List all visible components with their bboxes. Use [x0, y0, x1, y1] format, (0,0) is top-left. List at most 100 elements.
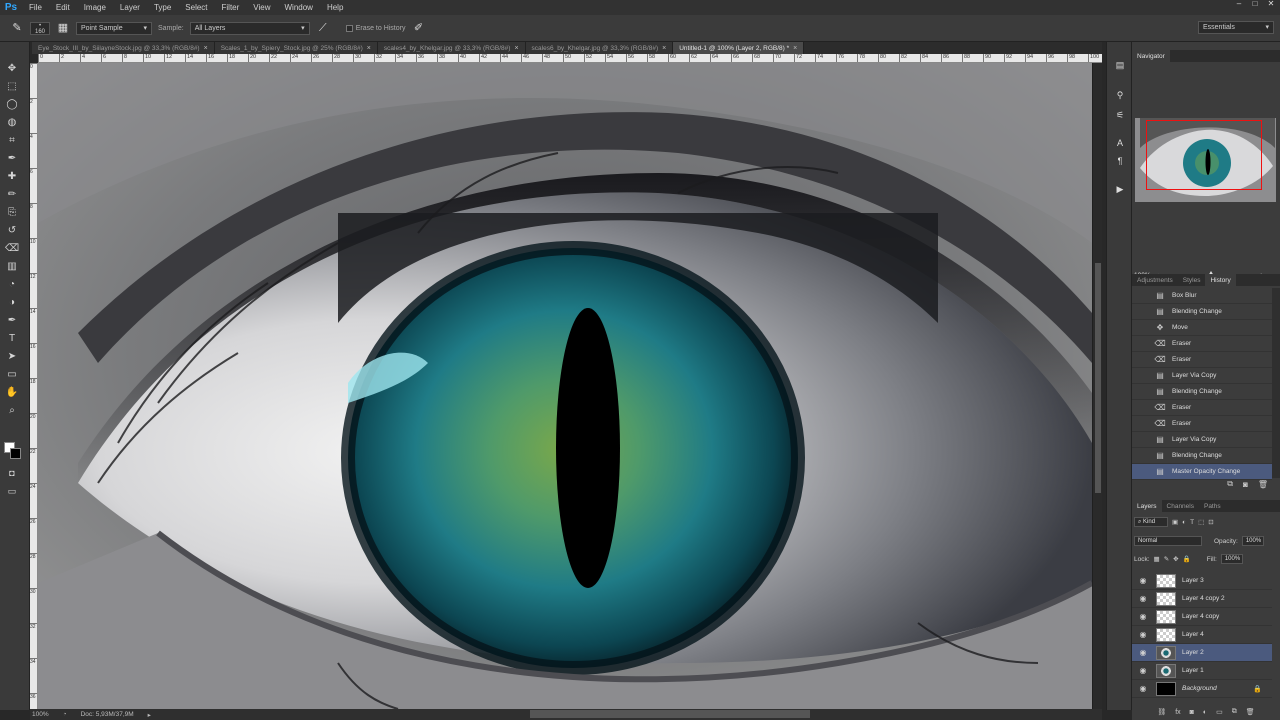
- layer-filter-select[interactable]: ⌕ Kind: [1134, 517, 1168, 527]
- close-icon[interactable]: ×: [204, 45, 208, 52]
- eyedropper-icon[interactable]: ✒: [5, 152, 19, 165]
- paragraph-panel-icon[interactable]: ¶: [1113, 154, 1127, 168]
- history-item[interactable]: ⌫ Eraser: [1132, 352, 1272, 368]
- scrollbar-thumb[interactable]: [1095, 263, 1101, 493]
- airbrush-icon[interactable]: ⟋: [316, 21, 330, 35]
- fill-input[interactable]: 100%: [1220, 554, 1243, 564]
- layer-style-icon[interactable]: fx: [1175, 709, 1180, 716]
- layer-row[interactable]: ◉ Layer 2: [1132, 644, 1272, 662]
- canvas-horizontal-scrollbar[interactable]: [530, 710, 810, 718]
- history-item[interactable]: ▤ Blending Change: [1132, 304, 1272, 320]
- crop-icon[interactable]: ⌗: [5, 134, 19, 147]
- menu-item-help[interactable]: Help: [320, 3, 350, 12]
- erase-to-history-checkbox[interactable]: Erase to History: [345, 24, 405, 32]
- tab-history[interactable]: History: [1205, 274, 1236, 286]
- document-tab[interactable]: scales4_by_Khelgar.jpg @ 33,3% (RGB/8#) ×: [377, 42, 526, 54]
- history-item[interactable]: ▤ Box Blur: [1132, 288, 1272, 304]
- quick-mask-icon[interactable]: ◘: [5, 467, 19, 480]
- layer-name[interactable]: Layer 1: [1182, 667, 1204, 674]
- layer-row[interactable]: ◉ Layer 4: [1132, 626, 1272, 644]
- new-layer-icon[interactable]: ⧉: [1232, 708, 1237, 716]
- lock-position-icon[interactable]: ✥: [1173, 555, 1178, 563]
- dodge-icon[interactable]: ◑: [5, 296, 19, 309]
- document-tab[interactable]: Scales_1_by_Spiery_Stock.jpg @ 25% (RGB/…: [214, 42, 378, 54]
- camera-snapshot-icon[interactable]: ◙: [1243, 480, 1248, 489]
- screen-mode-icon[interactable]: ▭: [5, 485, 19, 498]
- pen-icon[interactable]: ✒: [5, 314, 19, 327]
- layer-name[interactable]: Layer 4 copy: [1182, 613, 1219, 620]
- layer-row[interactable]: ◉ Layer 3: [1132, 572, 1272, 590]
- lasso-icon[interactable]: ◯: [5, 98, 19, 111]
- menu-item-image[interactable]: Image: [77, 3, 113, 12]
- history-item[interactable]: ▤ Layer Via Copy: [1132, 432, 1272, 448]
- clone-stamp-icon[interactable]: ⎘: [5, 206, 19, 219]
- history-item[interactable]: ▤ Blending Change: [1132, 448, 1272, 464]
- background-color-swatch[interactable]: [10, 448, 21, 459]
- canvas-vertical-scrollbar[interactable]: [1092, 63, 1102, 709]
- eye-icon[interactable]: ◉: [1136, 630, 1150, 639]
- history-item[interactable]: ▤ Layer Via Copy: [1132, 368, 1272, 384]
- eyedropper-icon[interactable]: ✎: [10, 21, 24, 35]
- lock-pixels-icon[interactable]: ✎: [1164, 555, 1169, 563]
- filter-shape-icon[interactable]: ⬚: [1198, 518, 1204, 526]
- new-group-icon[interactable]: ▭: [1216, 708, 1223, 716]
- menu-item-layer[interactable]: Layer: [113, 3, 147, 12]
- layer-row[interactable]: ◉ Background 🔒: [1132, 680, 1272, 698]
- new-document-from-state-icon[interactable]: ⧉: [1227, 479, 1233, 489]
- document-tab[interactable]: Untitled-1 @ 100% (Layer 2, RGB/8) * ×: [673, 42, 805, 54]
- menu-item-type[interactable]: Type: [147, 3, 178, 12]
- gradient-icon[interactable]: ▥: [5, 260, 19, 273]
- layer-name[interactable]: Layer 3: [1182, 577, 1204, 584]
- document-tab[interactable]: Eye_Stock_III_by_SiilayneStock.jpg @ 33,…: [32, 42, 215, 54]
- tab-adjustments[interactable]: Adjustments: [1132, 274, 1178, 286]
- history-item[interactable]: ⌫ Eraser: [1132, 416, 1272, 432]
- tab-channels[interactable]: Channels: [1162, 500, 1199, 512]
- eye-icon[interactable]: ◉: [1136, 576, 1150, 585]
- move-icon[interactable]: ✥: [5, 62, 19, 75]
- menu-item-window[interactable]: Window: [278, 3, 320, 12]
- blend-mode-select[interactable]: Normal: [1134, 536, 1202, 546]
- brush-panel-icon[interactable]: ▦: [56, 21, 70, 35]
- close-icon[interactable]: ×: [367, 45, 371, 52]
- layer-name[interactable]: Layer 4: [1182, 631, 1204, 638]
- minimize-button[interactable]: –: [1234, 0, 1244, 8]
- close-icon[interactable]: ×: [793, 45, 797, 52]
- layer-name[interactable]: Layer 4 copy 2: [1182, 595, 1225, 602]
- path-select-icon[interactable]: ➤: [5, 350, 19, 363]
- info-icon[interactable]: ◔: [63, 711, 67, 718]
- tool-presets-icon[interactable]: ⚟: [1113, 108, 1127, 122]
- history-item[interactable]: ✥ Move: [1132, 320, 1272, 336]
- marquee-icon[interactable]: ⬚: [5, 80, 19, 93]
- type-icon[interactable]: T: [5, 332, 19, 345]
- add-mask-icon[interactable]: ◙: [1190, 709, 1194, 716]
- menu-item-view[interactable]: View: [246, 3, 277, 12]
- history-panel-icon[interactable]: ▤: [1113, 58, 1127, 72]
- eye-icon[interactable]: ◉: [1136, 684, 1150, 693]
- eye-icon[interactable]: ◉: [1136, 612, 1150, 621]
- blur-icon[interactable]: ◔: [5, 278, 19, 291]
- brush-icon[interactable]: ✏: [5, 188, 19, 201]
- zoom-readout[interactable]: 100%: [32, 711, 49, 718]
- tab-navigator[interactable]: Navigator: [1132, 50, 1170, 62]
- lock-all-icon[interactable]: 🔒: [1183, 555, 1191, 563]
- lock-transparent-icon[interactable]: ▦: [1154, 555, 1160, 563]
- adjustment-layer-icon[interactable]: ◐: [1203, 709, 1207, 716]
- menu-item-filter[interactable]: Filter: [215, 3, 247, 12]
- menu-item-select[interactable]: Select: [178, 3, 214, 12]
- status-menu-icon[interactable]: ▸: [148, 711, 151, 719]
- close-button[interactable]: ✕: [1266, 0, 1276, 8]
- play-action-icon[interactable]: ▶: [1113, 182, 1127, 196]
- eye-icon[interactable]: ◉: [1136, 594, 1150, 603]
- layer-row[interactable]: ◉ Layer 4 copy 2: [1132, 590, 1272, 608]
- navigator-view-box[interactable]: [1146, 120, 1262, 190]
- document-tab[interactable]: scales6_by_Khelgar.jpg @ 33,3% (RGB/8#) ×: [525, 42, 674, 54]
- tab-styles[interactable]: Styles: [1178, 274, 1206, 286]
- tab-layers[interactable]: Layers: [1132, 500, 1162, 512]
- pressure-icon[interactable]: ✐: [411, 21, 425, 35]
- zoom-icon[interactable]: ⌕: [5, 404, 19, 417]
- tab-paths[interactable]: Paths: [1199, 500, 1226, 512]
- navigator-thumbnail[interactable]: [1135, 118, 1276, 202]
- close-icon[interactable]: ×: [662, 45, 666, 52]
- layer-name[interactable]: Background: [1182, 685, 1217, 692]
- history-brush-icon[interactable]: ↺: [5, 224, 19, 237]
